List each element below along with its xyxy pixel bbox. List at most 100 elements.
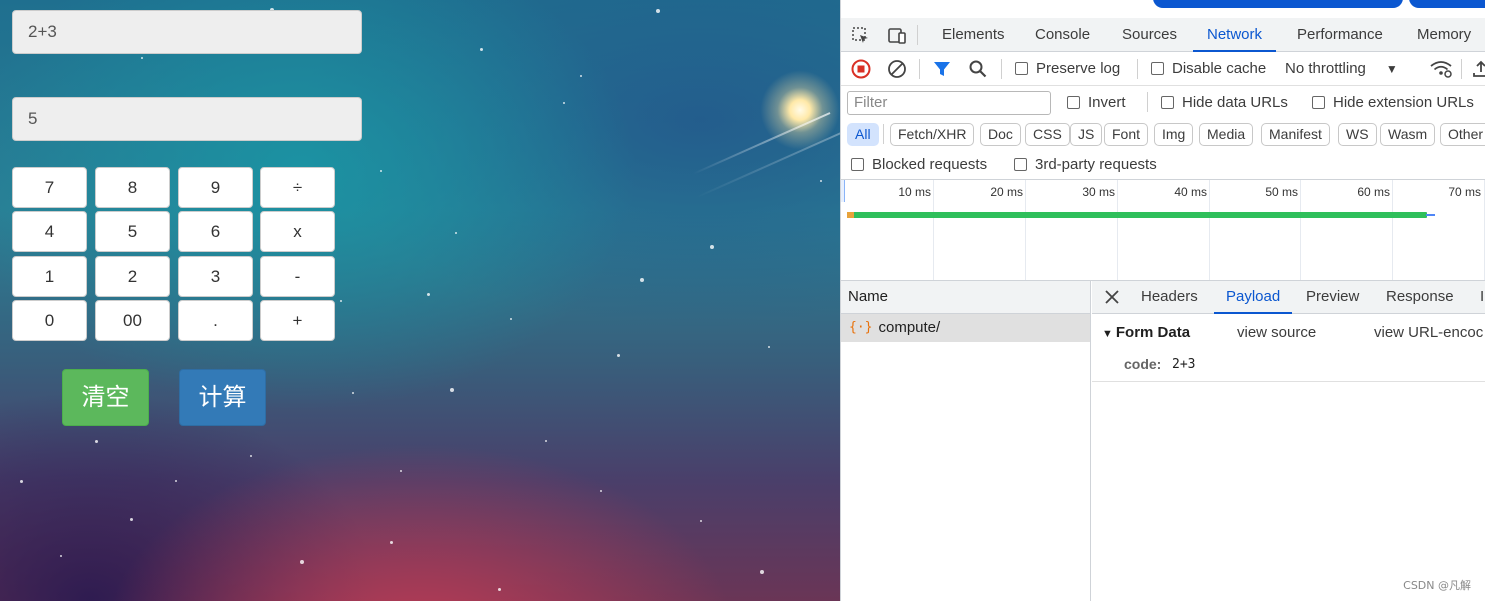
filter-input[interactable]: Filter (847, 91, 1051, 115)
key-1[interactable]: 1 (12, 256, 87, 297)
key-9[interactable]: 9 (178, 167, 253, 208)
clear-log-icon[interactable] (887, 59, 907, 79)
clear-button[interactable]: 清空 (62, 369, 149, 426)
invert-checkbox[interactable]: Invert (1067, 94, 1126, 111)
star (141, 57, 143, 59)
compute-button[interactable]: 计算 (179, 369, 266, 426)
tab-memory[interactable]: Memory (1417, 18, 1471, 52)
tick-line (1392, 180, 1393, 280)
import-har-icon[interactable] (1471, 59, 1485, 79)
star (250, 455, 252, 457)
form-data-header[interactable]: ▼ Form Data (1102, 324, 1190, 341)
type-filter-media[interactable]: Media (1199, 123, 1254, 146)
expression-input[interactable]: 2+3 (12, 10, 362, 54)
tab-performance[interactable]: Performance (1297, 18, 1383, 52)
checkbox-box[interactable] (1015, 62, 1028, 75)
star (450, 388, 454, 392)
checkbox-box[interactable] (1067, 96, 1080, 109)
tab-console[interactable]: Console (1035, 18, 1090, 52)
type-filter-manifest[interactable]: Manifest (1261, 123, 1330, 146)
type-filter-wasm[interactable]: Wasm (1380, 123, 1436, 146)
inspect-element-icon[interactable] (851, 26, 871, 46)
tab-network[interactable]: Network (1193, 18, 1277, 52)
third-party-requests-checkbox[interactable]: 3rd-party requests (1014, 156, 1157, 173)
throttling-select[interactable]: No throttling ▼ (1285, 60, 1398, 77)
close-icon[interactable] (1104, 289, 1120, 305)
search-icon[interactable] (968, 59, 988, 79)
blocked-requests-checkbox[interactable]: Blocked requests (851, 156, 987, 173)
star (710, 245, 714, 249)
type-filter-doc[interactable]: Doc (980, 123, 1021, 146)
star (60, 555, 62, 557)
star (20, 480, 23, 483)
name-column-header[interactable]: Name (841, 281, 1090, 314)
checkbox-box[interactable] (1312, 96, 1325, 109)
checkbox-box[interactable] (1151, 62, 1164, 75)
hide-extension-urls-checkbox[interactable]: Hide extension URLs (1312, 94, 1474, 111)
type-filter-all[interactable]: All (847, 123, 879, 146)
network-conditions-icon[interactable] (1429, 58, 1453, 80)
tab-initiator[interactable]: I (1480, 281, 1484, 314)
key-00[interactable]: 00 (95, 300, 170, 341)
type-filter-font[interactable]: Font (1104, 123, 1149, 146)
key-5[interactable]: 5 (95, 211, 170, 252)
dropdown-arrow-icon: ▼ (1385, 61, 1398, 76)
tab-sources[interactable]: Sources (1122, 18, 1177, 52)
result-display[interactable]: 5 (12, 97, 362, 141)
browser-banner-pill[interactable] (1153, 0, 1403, 8)
type-filter-other[interactable]: Other (1440, 123, 1485, 146)
tab-headers[interactable]: Headers (1141, 281, 1198, 314)
hide-data-urls-checkbox[interactable]: Hide data URLs (1161, 94, 1288, 111)
checkbox-box[interactable] (1014, 158, 1027, 171)
disable-cache-label: Disable cache (1172, 60, 1267, 77)
view-url-encoded-link[interactable]: view URL-encoc (1374, 324, 1483, 341)
tab-payload[interactable]: Payload (1214, 281, 1293, 314)
devtools-tabbar: Elements Console Sources Network Perform… (841, 18, 1485, 52)
preserve-log-checkbox[interactable]: Preserve log (1015, 60, 1120, 77)
disable-cache-checkbox[interactable]: Disable cache (1151, 60, 1266, 77)
star (390, 541, 393, 544)
key-0[interactable]: 0 (12, 300, 87, 341)
star (95, 440, 98, 443)
key-multiply[interactable]: x (260, 211, 335, 252)
invert-label: Invert (1088, 94, 1126, 111)
overview-handle[interactable] (841, 180, 845, 202)
key-plus[interactable]: + (260, 300, 335, 341)
checkbox-box[interactable] (851, 158, 864, 171)
type-filter-css[interactable]: CSS (1025, 123, 1070, 146)
key-4[interactable]: 4 (12, 211, 87, 252)
key-8[interactable]: 8 (95, 167, 170, 208)
record-stop-icon[interactable] (851, 59, 871, 79)
key-minus[interactable]: - (260, 256, 335, 297)
type-filter-js[interactable]: JS (1070, 123, 1103, 146)
browser-banner-pill[interactable] (1409, 0, 1485, 8)
key-6[interactable]: 6 (178, 211, 253, 252)
star (510, 318, 512, 320)
key-7[interactable]: 7 (12, 167, 87, 208)
star (700, 520, 702, 522)
type-filter-ws[interactable]: WS (1338, 123, 1377, 146)
key-3[interactable]: 3 (178, 256, 253, 297)
type-filter-img[interactable]: Img (1154, 123, 1194, 146)
preserve-log-label: Preserve log (1036, 60, 1121, 77)
request-row-compute[interactable]: {·} compute/ (841, 314, 1090, 342)
tab-response[interactable]: Response (1386, 281, 1454, 314)
tab-elements[interactable]: Elements (942, 18, 1005, 52)
network-overview-timeline[interactable]: 10 ms 20 ms 30 ms 40 ms 50 ms 60 ms 70 m… (841, 180, 1485, 281)
request-detail-panel: Headers Payload Preview Response I ▼ Form… (1092, 281, 1485, 601)
device-toolbar-icon[interactable] (886, 26, 908, 46)
watermark: CSDN @凡解 (1403, 579, 1471, 592)
tick-line (1300, 180, 1301, 280)
form-field-key: code: (1124, 356, 1162, 372)
checkbox-box[interactable] (1161, 96, 1174, 109)
star (563, 102, 565, 104)
filter-icon[interactable] (932, 59, 952, 79)
tick-label: 10 ms (898, 185, 931, 199)
tab-preview[interactable]: Preview (1306, 281, 1359, 314)
type-filter-fetch-xhr[interactable]: Fetch/XHR (890, 123, 975, 146)
key-2[interactable]: 2 (95, 256, 170, 297)
divider (1147, 92, 1148, 112)
key-dot[interactable]: . (178, 300, 253, 341)
key-divide[interactable]: ÷ (260, 167, 335, 208)
view-source-link[interactable]: view source (1237, 324, 1316, 341)
